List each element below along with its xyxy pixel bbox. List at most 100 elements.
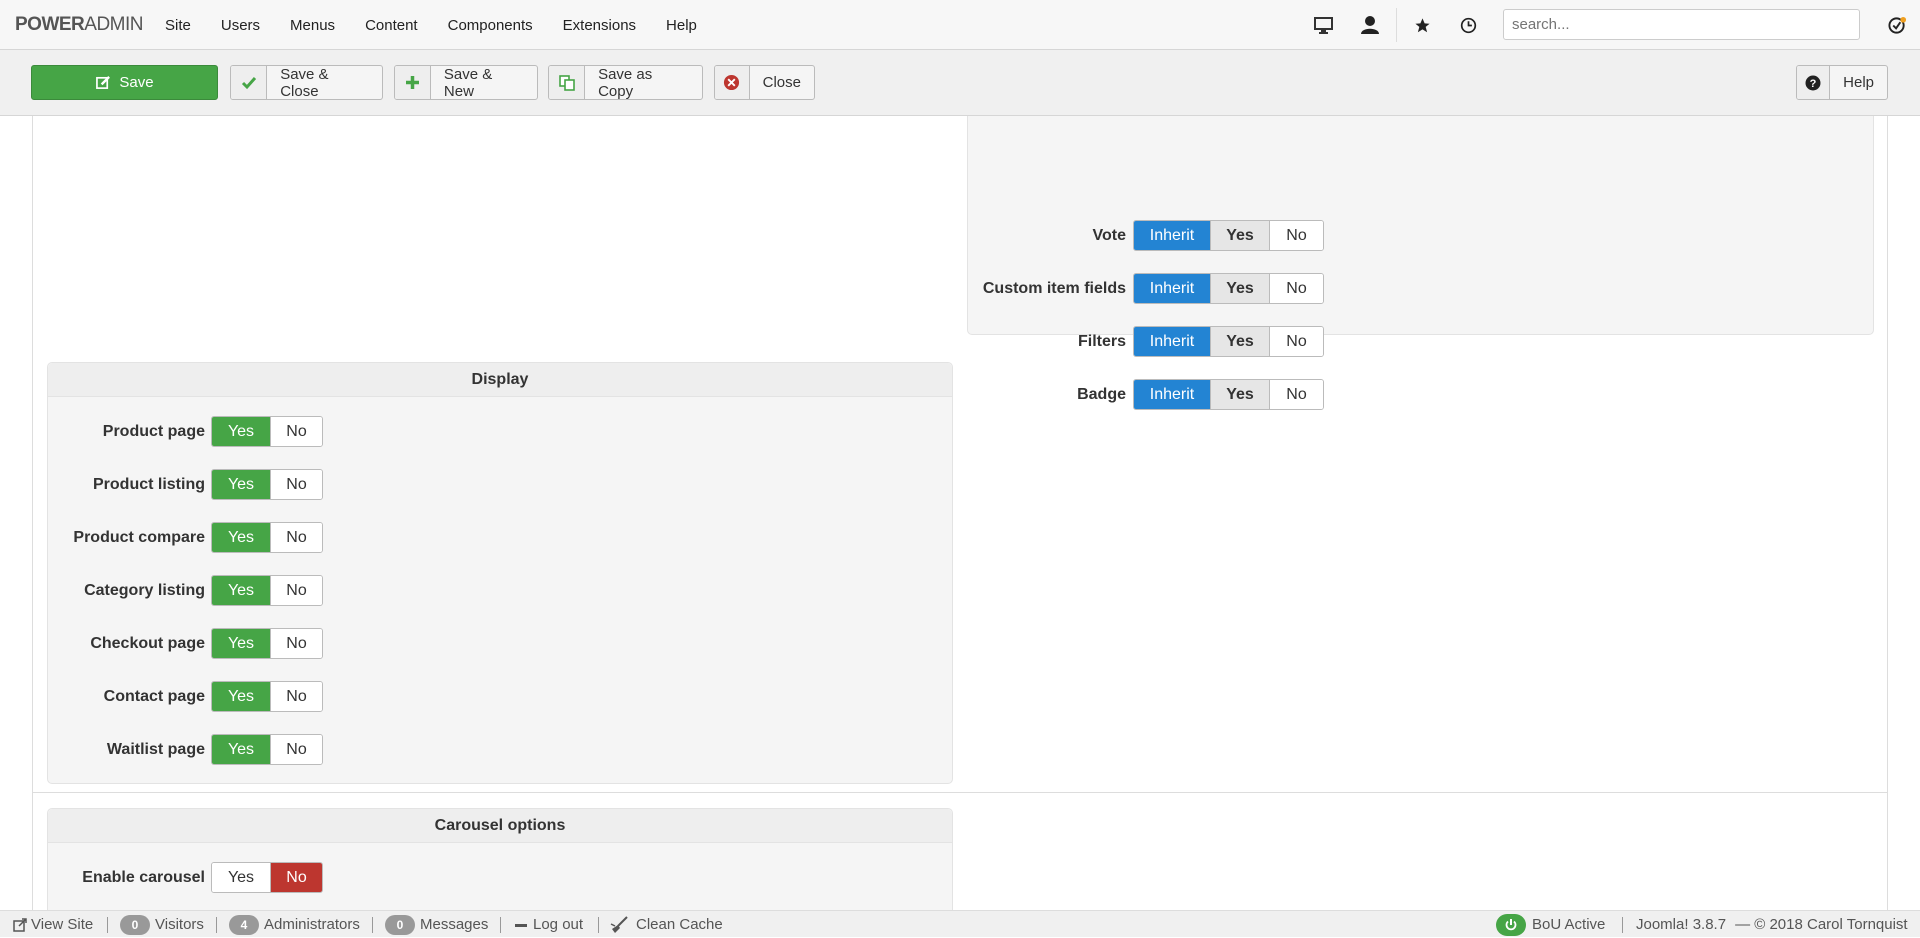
power-icon xyxy=(1496,913,1526,936)
version-info: Joomla! 3.8.7 — © 2018 Carol Tornquist xyxy=(1636,911,1908,938)
no-option[interactable]: No xyxy=(271,523,322,552)
status-bar: View Site 0 Visitors 4 Administrators 0 … xyxy=(0,910,1920,937)
inherit-option[interactable]: Inherit xyxy=(1134,380,1211,409)
help-label: Help xyxy=(1843,74,1874,91)
yes-option[interactable]: Yes xyxy=(212,523,271,552)
yes-option[interactable]: Yes xyxy=(1211,221,1270,250)
display-row-checkout-page: Checkout page Yes No xyxy=(47,628,323,659)
yes-option[interactable]: Yes xyxy=(212,417,271,446)
clean-cache-link[interactable]: Clean Cache xyxy=(610,911,723,938)
display-label: Product compare xyxy=(73,528,205,546)
visitors-status: 0 Visitors xyxy=(120,911,204,938)
inherit-option[interactable]: Inherit xyxy=(1134,221,1211,250)
external-link-icon xyxy=(13,917,27,932)
view-site-label: View Site xyxy=(31,916,94,933)
yes-option[interactable]: Yes xyxy=(212,682,271,711)
messages-status[interactable]: 0 Messages xyxy=(385,911,488,938)
product-compare-toggle: Yes No xyxy=(211,522,323,553)
inherit-option[interactable]: Inherit xyxy=(1134,327,1211,356)
product-listing-toggle: Yes No xyxy=(211,469,323,500)
help-button[interactable]: ? Help xyxy=(1796,65,1888,100)
user-icon[interactable] xyxy=(1350,0,1390,50)
status-separator xyxy=(598,917,599,933)
filters-radio-group: Inherit Yes No xyxy=(1133,326,1324,357)
monitor-icon[interactable] xyxy=(1303,0,1343,50)
display-label: Checkout page xyxy=(90,634,205,652)
no-option[interactable]: No xyxy=(271,576,322,605)
item-options-panel: Vote Inherit Yes No Custom item fields I… xyxy=(967,116,1874,410)
messages-label: Messages xyxy=(420,916,489,933)
no-option[interactable]: No xyxy=(271,682,322,711)
section-divider xyxy=(33,792,1887,793)
clean-cache-label: Clean Cache xyxy=(636,916,723,933)
no-option[interactable]: No xyxy=(271,629,322,658)
no-option[interactable]: No xyxy=(1270,327,1323,356)
visitors-badge: 0 xyxy=(120,914,150,935)
option-label: Vote xyxy=(1092,226,1126,244)
no-option[interactable]: No xyxy=(1270,274,1323,303)
view-site-link[interactable]: View Site xyxy=(13,911,93,938)
yes-option[interactable]: Yes xyxy=(212,576,271,605)
logout-label: Log out xyxy=(533,916,584,933)
menu-item-content[interactable]: Content xyxy=(350,17,433,34)
save-close-button[interactable]: Save & Close xyxy=(230,65,383,100)
administrators-status: 4 Administrators xyxy=(229,911,360,938)
yes-option[interactable]: Yes xyxy=(212,629,271,658)
question-icon: ? xyxy=(1797,66,1831,99)
menu-item-menus[interactable]: Menus xyxy=(275,17,350,34)
star-icon[interactable] xyxy=(1402,0,1442,50)
option-label: Badge xyxy=(1077,385,1126,403)
broom-icon xyxy=(610,915,628,933)
menu-item-users[interactable]: Users xyxy=(206,17,275,34)
menu-item-help[interactable]: Help xyxy=(651,17,712,34)
status-check-icon[interactable] xyxy=(1877,0,1917,50)
no-option[interactable]: No xyxy=(271,863,322,892)
no-option[interactable]: No xyxy=(271,470,322,499)
clock-icon[interactable] xyxy=(1448,0,1488,50)
plus-icon xyxy=(395,66,431,99)
copy-icon xyxy=(549,66,586,99)
save-button[interactable]: Save xyxy=(31,65,218,100)
enable-carousel-label: Enable carousel xyxy=(82,868,205,886)
waitlist-page-toggle: Yes No xyxy=(211,734,323,765)
main-menu: Site Users Menus Content Components Exte… xyxy=(150,0,712,50)
display-label: Contact page xyxy=(103,687,205,705)
yes-option[interactable]: Yes xyxy=(212,470,271,499)
menu-item-site[interactable]: Site xyxy=(150,17,206,34)
nav-separator xyxy=(1396,8,1397,42)
bou-status[interactable]: BoU Active xyxy=(1496,911,1605,938)
no-option[interactable]: No xyxy=(1270,221,1323,250)
status-separator xyxy=(372,917,373,933)
yes-option[interactable]: Yes xyxy=(1211,274,1270,303)
status-separator xyxy=(500,917,501,933)
no-option[interactable]: No xyxy=(271,735,322,764)
yes-option[interactable]: Yes xyxy=(212,863,271,892)
visitors-label: Visitors xyxy=(155,916,204,933)
brand-power: POWER xyxy=(15,14,85,35)
logout-link[interactable]: Log out xyxy=(514,911,583,938)
close-button[interactable]: Close xyxy=(714,65,815,100)
save-copy-label: Save as Copy xyxy=(598,65,653,100)
enable-carousel-toggle: Yes No xyxy=(211,862,323,893)
carousel-row-enable: Enable carousel Yes No xyxy=(47,862,323,893)
menu-item-extensions[interactable]: Extensions xyxy=(548,17,651,34)
no-option[interactable]: No xyxy=(1270,380,1323,409)
close-label: Close xyxy=(762,74,801,91)
messages-badge: 0 xyxy=(385,914,415,935)
checkout-page-toggle: Yes No xyxy=(211,628,323,659)
yes-option[interactable]: Yes xyxy=(1211,327,1270,356)
search-input[interactable] xyxy=(1503,9,1860,40)
save-copy-button[interactable]: Save as Copy xyxy=(548,65,703,100)
option-row-badge: Badge Inherit Yes No xyxy=(968,379,1324,410)
brand-logo[interactable]: POWERADMIN xyxy=(15,14,144,36)
inherit-option[interactable]: Inherit xyxy=(1134,274,1211,303)
yes-option[interactable]: Yes xyxy=(1211,380,1270,409)
vote-radio-group: Inherit Yes No xyxy=(1133,220,1324,251)
option-row-custom-item-fields: Custom item fields Inherit Yes No xyxy=(968,273,1324,304)
yes-option[interactable]: Yes xyxy=(212,735,271,764)
option-row-filters: Filters Inherit Yes No xyxy=(968,326,1324,357)
menu-item-components[interactable]: Components xyxy=(433,17,548,34)
option-label: Filters xyxy=(1077,332,1126,350)
no-option[interactable]: No xyxy=(271,417,322,446)
save-new-button[interactable]: Save & New xyxy=(394,65,538,100)
